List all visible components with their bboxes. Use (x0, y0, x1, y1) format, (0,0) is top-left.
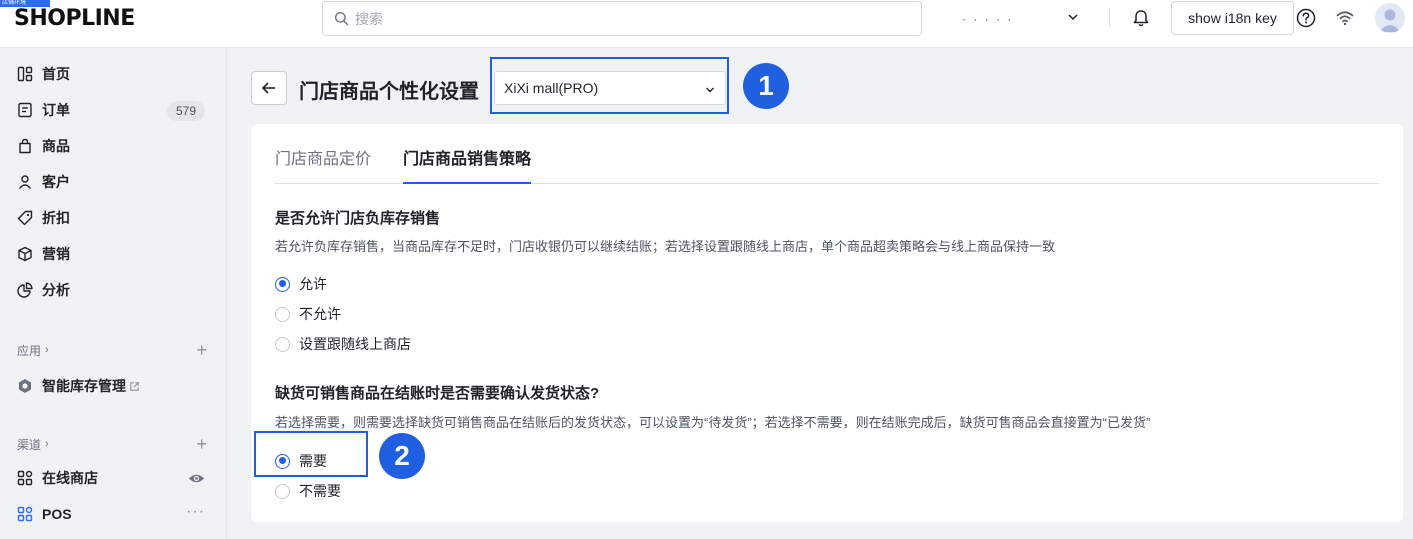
radio-follow-online[interactable]: 设置跟随线上商店 (275, 334, 411, 354)
radio-button[interactable] (275, 483, 290, 499)
user-avatar-icon (1379, 9, 1401, 32)
sidebar-item-label: 订单 (42, 102, 70, 118)
search-icon (334, 11, 349, 26)
step-marker-1: 1 (743, 63, 789, 109)
search-input[interactable] (355, 10, 895, 27)
bell-icon[interactable] (1131, 8, 1151, 28)
radio-allow[interactable]: 允许 (275, 274, 327, 294)
shipping-confirm-description: 若选择需要，则需要选择缺货可销售商品在结账后的发货状态，可以设置为“待发货”；若… (275, 415, 1151, 430)
page-title: 门店商品个性化设置 (299, 81, 479, 103)
store-name: · · · · · (962, 12, 1014, 26)
negative-stock-title: 是否允许门店负库存销售 (275, 210, 441, 227)
sidebar-item-discounts[interactable]: 折扣 (0, 201, 227, 235)
top-bar: 店铺环境 SHOPLINE · · · · · show i18n key (0, 0, 1413, 48)
sidebar-item-label: 在线商店 (42, 470, 98, 486)
back-button[interactable] (251, 71, 287, 105)
app-hex-icon (16, 377, 34, 395)
tab-store-sales-strategy[interactable]: 门店商品销售策略 (403, 145, 532, 184)
apps-section-header[interactable]: 应用 › + (17, 340, 207, 360)
tag-icon (16, 209, 34, 227)
arrow-left-icon (261, 82, 275, 94)
radio-label: 不允许 (299, 306, 341, 322)
product-bag-icon (16, 137, 34, 155)
sidebar-item-label: 营销 (42, 246, 70, 262)
add-channel-icon[interactable]: + (196, 434, 207, 454)
help-icon[interactable] (1295, 7, 1317, 29)
divider (1109, 9, 1110, 27)
channels-section-label: 渠道 (17, 437, 42, 452)
chevron-right-icon: › (45, 438, 49, 450)
store-select-value: XiXi mall(PRO) (504, 80, 599, 96)
sidebar-item-home[interactable]: 首页 (0, 57, 227, 91)
order-count-badge: 579 (166, 101, 205, 121)
sidebar-item-products[interactable]: 商品 (0, 129, 227, 163)
wifi-icon[interactable] (1335, 8, 1355, 28)
store-select[interactable]: XiXi mall(PRO) (494, 71, 726, 105)
highlight-box-required-option (254, 431, 368, 477)
home-icon (16, 65, 34, 83)
sidebar-item-label: 商品 (42, 138, 70, 154)
sidebar-item-smart-inventory[interactable]: 智能库存管理 (0, 369, 227, 403)
store-switcher[interactable]: · · · · · (962, 8, 1082, 30)
add-app-icon[interactable]: + (196, 340, 207, 360)
pie-chart-icon (16, 281, 34, 299)
sidebar-item-label: POS (42, 506, 72, 522)
user-icon (16, 173, 34, 191)
radio-label: 允许 (299, 276, 327, 292)
radio-button[interactable] (275, 306, 290, 322)
eye-icon[interactable] (188, 470, 205, 487)
sidebar-item-marketing[interactable]: 营销 (0, 237, 227, 271)
radio-button-checked[interactable] (275, 276, 290, 292)
pos-grid-icon (16, 505, 34, 523)
apps-section-label: 应用 (17, 343, 42, 358)
sidebar-item-online-store[interactable]: 在线商店 (0, 461, 227, 495)
avatar[interactable] (1375, 3, 1405, 33)
radio-label: 设置跟随线上商店 (299, 336, 411, 352)
more-icon[interactable]: ··· (186, 503, 205, 521)
chevron-right-icon: › (45, 344, 49, 356)
search-bar[interactable] (322, 1, 922, 36)
cube-icon (16, 245, 34, 263)
sidebar-item-label: 折扣 (42, 210, 70, 226)
chevron-down-icon (706, 87, 714, 93)
negative-stock-description: 若允许负库存销售，当商品库存不足时，门店收银仍可以继续结账；若选择设置跟随线上商… (275, 239, 1056, 254)
store-grid-icon (16, 469, 34, 487)
shipping-confirm-title: 缺货可销售商品在结账时是否需要确认发货状态? (275, 385, 600, 402)
chevron-down-icon (1068, 14, 1078, 21)
tab-store-pricing[interactable]: 门店商品定价 (275, 145, 371, 184)
show-i18n-key-button[interactable]: show i18n key (1171, 1, 1294, 35)
sidebar-item-orders[interactable]: 订单 579 (0, 93, 227, 127)
external-link-icon (130, 381, 139, 391)
step-marker-2: 2 (379, 433, 425, 479)
sidebar-item-label: 分析 (42, 282, 70, 298)
radio-label: 不需要 (299, 483, 341, 499)
sidebar-item-label: 智能库存管理 (42, 378, 126, 394)
sidebar-item-label: 客户 (42, 174, 70, 190)
radio-not-required[interactable]: 不需要 (275, 481, 341, 501)
brand-logo[interactable]: SHOPLINE (14, 6, 135, 31)
sidebar-item-customers[interactable]: 客户 (0, 165, 227, 199)
radio-button[interactable] (275, 336, 290, 352)
channels-section-header[interactable]: 渠道 › + (17, 434, 207, 454)
tab-bar: 门店商品定价 门店商品销售策略 (275, 124, 1379, 184)
sidebar: 首页 订单 579 商品 客户 折扣 营销 分析 应用 › + 智能库存管理 渠… (0, 48, 227, 539)
sidebar-item-pos[interactable]: POS ··· (0, 497, 227, 531)
radio-disallow[interactable]: 不允许 (275, 304, 341, 324)
sidebar-item-analytics[interactable]: 分析 (0, 273, 227, 307)
order-icon (16, 101, 34, 119)
sidebar-item-label: 首页 (42, 66, 70, 82)
